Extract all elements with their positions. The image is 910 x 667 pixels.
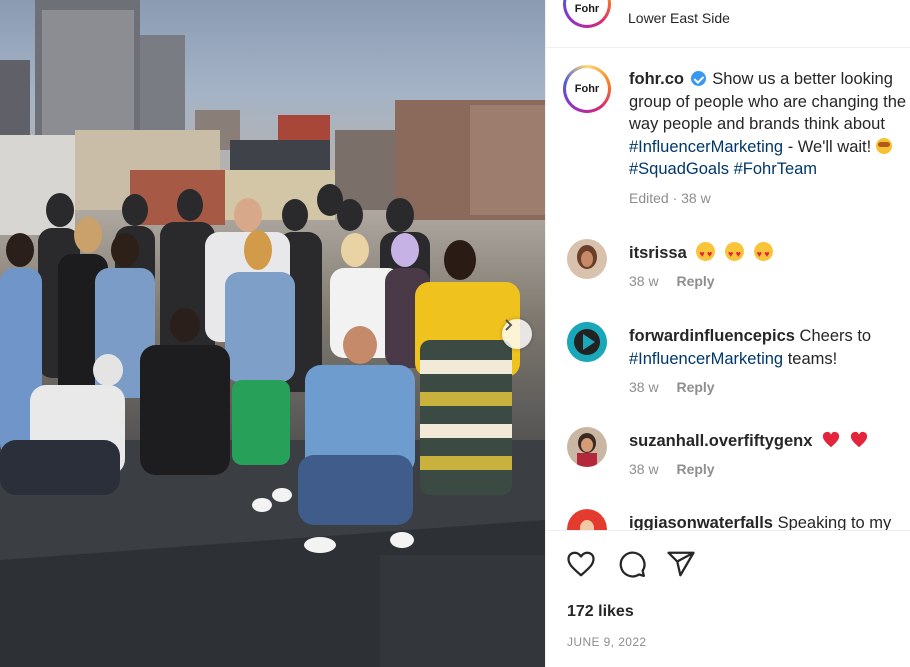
heart-eyes-emoji-icon [696,242,716,266]
comment-icon[interactable] [617,549,647,579]
reply-button[interactable]: Reply [676,379,714,395]
red-heart-emoji-icon [822,431,840,448]
comment-text: teams! [787,349,838,368]
share-icon[interactable] [666,549,696,579]
comment-meta: 38 w Reply [629,273,715,289]
red-heart-emoji-icon [850,431,867,448]
caption-text-part: - We'll wait! [787,137,872,156]
fohr-logo: Fohr [566,0,608,25]
comment-body: itsrissa [629,242,907,266]
reply-button[interactable]: Reply [676,461,714,477]
caption-meta: Edited · 38 w [629,189,711,206]
hashtag-link[interactable]: #InfluencerMarketing [629,138,783,156]
carousel-next-button[interactable] [502,319,532,349]
comment-meta: 38 w Reply [629,379,715,395]
nerd-face-emoji-icon [875,137,892,154]
hashtag-link[interactable]: #FohrTeam [734,160,817,178]
user-photo-icon [567,509,607,530]
comment-text: Speaking to my [777,514,892,530]
heart-eyes-emoji-icon [724,242,744,266]
caption-username[interactable]: fohr.co [629,70,684,88]
user-photo-icon [567,427,607,467]
comment-text: Cheers to [799,327,872,345]
hashtag-link[interactable]: #SquadGoals [629,160,729,178]
comment-username[interactable]: iggiasonwaterfalls [629,514,773,530]
comment-username[interactable]: suzanhall.overfiftygenx [629,432,812,450]
caption-avatar[interactable]: Fohr [563,65,611,113]
comments-list[interactable]: Fohr fohr.co Show us a better looking gr… [546,49,910,530]
comment-username[interactable]: itsrissa [629,244,687,262]
comment-time: 38 w [629,273,659,289]
post-photo[interactable] [0,0,545,667]
post-header: Fohr Lower East Side [546,0,910,48]
comment-body: iggiasonwaterfalls Speaking to my [629,512,907,530]
avatar[interactable] [567,427,607,467]
caption-text: fohr.co Show us a better looking group o… [629,68,907,209]
avatar[interactable] [567,239,607,279]
likes-count[interactable]: 172 likes [567,603,634,621]
avatar[interactable] [567,322,607,362]
account-avatar[interactable]: Fohr [563,0,611,28]
comment-meta: 38 w Reply [629,461,715,477]
heart-icon[interactable] [566,549,596,579]
play-logo-icon [567,322,607,362]
post-location[interactable]: Lower East Side [628,10,730,26]
post-details-pane: Fohr Lower East Side Fohr fohr.co Show u… [545,0,910,667]
comment-body: forwardinfluencepics Cheers to #Influenc… [629,325,907,370]
post-date: JUNE 9, 2022 [567,635,647,649]
hashtag-link[interactable]: #InfluencerMarketing [629,350,783,368]
comment-body: suzanhall.overfiftygenx [629,430,907,453]
post-actions: 172 likes JUNE 9, 2022 [546,530,910,667]
reply-button[interactable]: Reply [676,273,714,289]
fohr-logo: Fohr [566,68,608,110]
user-photo-icon [567,239,607,279]
rooftop-group-photo [0,0,545,667]
avatar[interactable] [567,509,607,530]
comment-username[interactable]: forwardinfluencepics [629,327,795,345]
verified-badge-icon [690,71,706,86]
heart-eyes-emoji-icon [753,242,773,266]
comment-time: 38 w [629,379,659,395]
chevron-right-icon [505,319,513,331]
comment-time: 38 w [629,461,659,477]
